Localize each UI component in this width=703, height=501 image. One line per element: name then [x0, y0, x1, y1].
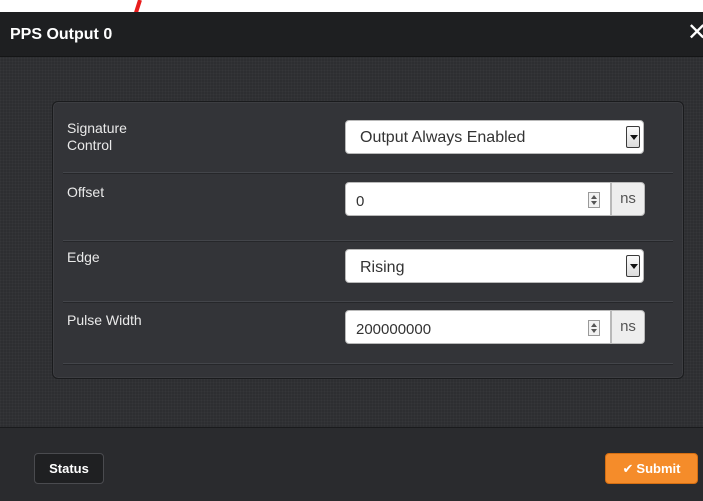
pulse-width-unit: ns	[611, 310, 645, 344]
edge-label: Edge	[67, 249, 100, 265]
signature-control-label: Signature Control	[67, 120, 127, 153]
chevron-down-icon[interactable]	[626, 126, 640, 148]
offset-label: Offset	[67, 184, 105, 200]
pulse-width-input[interactable]: 200000000 ns	[345, 310, 645, 344]
edge-value: Rising	[360, 259, 405, 276]
dialog-footer: Status ✔ Submit	[0, 427, 703, 501]
check-icon: ✔	[622, 462, 634, 477]
divider	[63, 172, 673, 174]
offset-value: 0	[356, 193, 365, 210]
close-icon[interactable]: ✕	[687, 20, 703, 44]
offset-spinner-icon[interactable]	[588, 192, 600, 208]
divider	[63, 301, 673, 303]
pulse-width-value: 200000000	[356, 321, 432, 338]
edge-select[interactable]: Rising	[345, 249, 644, 283]
divider	[63, 240, 673, 242]
signature-control-value: Output Always Enabled	[360, 129, 526, 146]
pulse-width-spinner-icon[interactable]	[588, 320, 600, 336]
settings-panel: Signature Control Output Always Enabled …	[52, 101, 684, 379]
status-button[interactable]: Status	[34, 453, 104, 484]
submit-button[interactable]: ✔ Submit	[605, 453, 698, 484]
divider	[63, 363, 673, 365]
dialog-title: PPS Output 0	[10, 26, 113, 43]
submit-label: Submit	[636, 461, 681, 476]
offset-unit: ns	[611, 182, 645, 216]
signature-control-select[interactable]: Output Always Enabled	[345, 120, 644, 154]
offset-input[interactable]: 0 ns	[345, 182, 645, 216]
dialog-titlebar: PPS Output 0 ✕	[0, 12, 703, 57]
pps-output-dialog: PPS Output 0 ✕ Signature Control Output …	[0, 12, 703, 501]
chevron-down-icon[interactable]	[626, 255, 640, 277]
pulse-width-label: Pulse Width	[67, 312, 142, 328]
